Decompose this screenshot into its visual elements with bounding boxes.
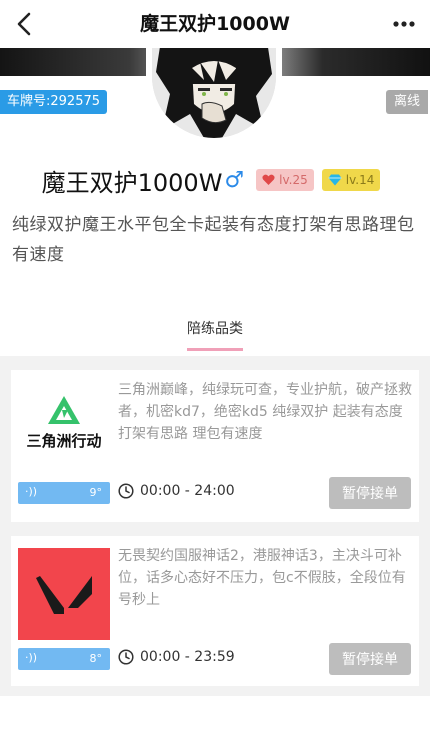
heart-level-badge: lv.25 [256,169,314,191]
heart-icon [262,174,275,185]
clock-icon [118,649,134,665]
plate-number-badge: 车牌号:292575 [0,90,108,114]
male-gender-icon: ♂ [224,167,245,193]
bottom-area [0,696,430,750]
service-card[interactable]: 无畏契约国服神话2，港服神话3，主决斗可补位，话多心态好不压力，包c不假肢，全段… [11,536,419,686]
service-card[interactable]: 三角洲行动 三角洲巅峰，纯绿玩可查，专业护航，破产拯救者，机密kd7，绝密kd5… [11,370,419,522]
online-status-badge: 离线 [385,90,428,114]
card-description: 无畏契约国服神话2，港服神话3，主决斗可补位，话多心态好不压力，包c不假肢，全段… [118,548,406,608]
heart-level-value: lv.25 [279,173,308,187]
diamond-level-badge: lv.14 [321,169,381,191]
page-title: 魔王双护1000W [140,13,290,35]
avatar[interactable] [146,34,282,144]
pause-orders-button[interactable]: 暂停接单 [329,643,411,675]
clock-icon [118,483,134,499]
nav-bar: 魔王双护1000W [0,0,430,48]
signal-icon: ·)) [25,485,38,498]
signal-icon: ·)) [25,651,38,664]
avatar-image [152,34,276,138]
available-time: 00:00 - 23:59 [118,649,235,665]
profile-bio: 纯绿双护魔王水平包全卡起装有态度打架有思路理包有速度 [12,215,415,265]
diamond-level-value: lv.14 [345,173,375,187]
tab-bar: 陪练品类 [0,318,430,356]
diamond-icon [328,174,342,186]
name-row: 魔王双护1000W ♂ lv.25 lv.14 [0,162,430,198]
valorant-logo [18,548,110,640]
available-time: 00:00 - 24:00 [118,483,235,499]
time-range: 00:00 - 24:00 [140,483,235,499]
delta-force-logo-text: 三角洲行动 [26,432,101,450]
card-description: 三角洲巅峰，纯绿玩可查，专业护航，破产拯救者，机密kd7，绝密kd5 纯绿双护 … [118,382,412,442]
user-name: 魔王双护1000W [41,168,223,197]
time-range: 00:00 - 23:59 [140,649,235,665]
score-pill: ·)) 9° [18,482,110,504]
score-value: 9° [89,486,103,499]
more-icon[interactable] [388,8,420,40]
score-value: 8° [89,652,103,665]
pause-orders-button[interactable]: 暂停接单 [329,477,411,509]
score-pill: ·)) 8° [18,648,110,670]
tab-categories[interactable]: 陪练品类 [187,318,243,351]
delta-force-logo: 三角洲行动 [18,382,110,474]
